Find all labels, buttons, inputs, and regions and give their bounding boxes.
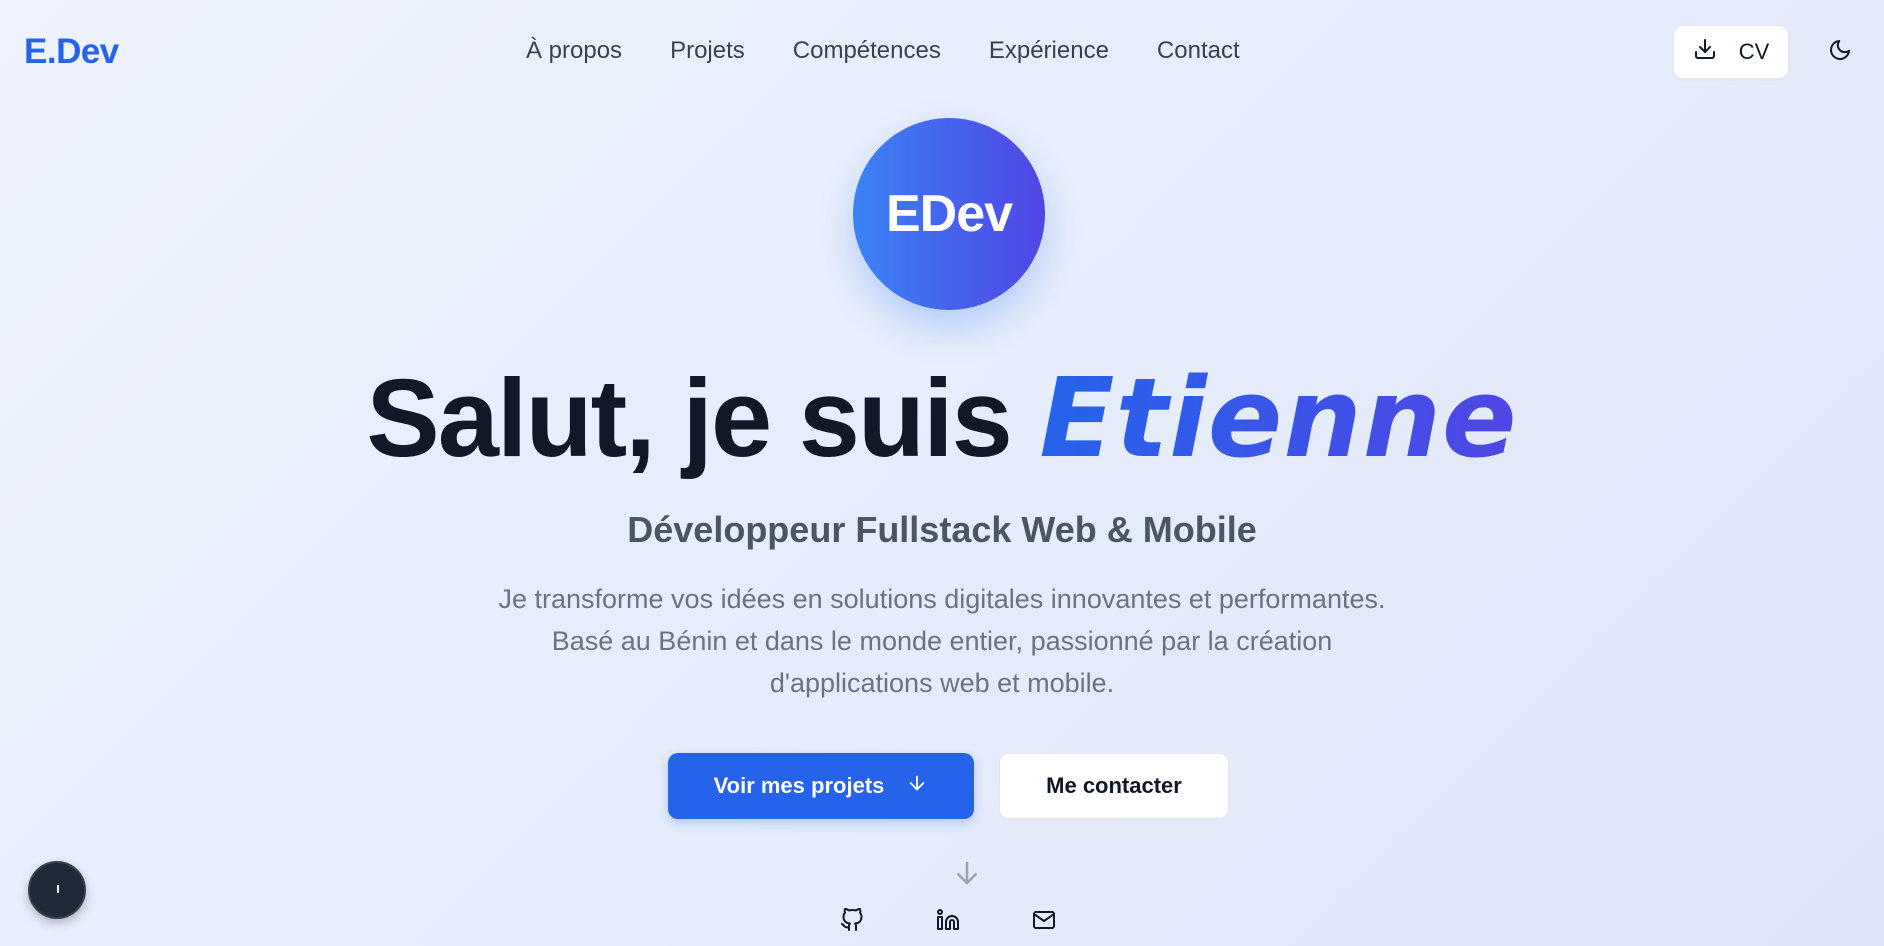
contact-me-button[interactable]: Me contacter — [999, 753, 1229, 819]
description-line: Je transforme vos idées en solutions dig… — [498, 584, 1386, 614]
view-projects-button[interactable]: Voir mes projets — [668, 753, 974, 819]
hero-subtitle: Développeur Fullstack Web & Mobile — [627, 509, 1257, 550]
description-line: d'applications web et mobile. — [769, 668, 1115, 698]
linkedin-icon[interactable] — [934, 906, 962, 934]
avatar: EDev — [853, 118, 1045, 310]
nav-item-competences[interactable]: Compétences — [793, 36, 941, 66]
mail-icon[interactable] — [1030, 906, 1058, 934]
hero-name: Etienne — [1039, 354, 1518, 482]
scroll-down-icon[interactable] — [952, 858, 982, 888]
nav-links: À propos Projets Compétences Expérience … — [526, 36, 1240, 66]
cv-label: CV — [1738, 39, 1770, 64]
arrow-down-icon — [906, 772, 928, 800]
moon-icon — [1828, 38, 1852, 67]
hero-description: Je transforme vos idées en solutions dig… — [442, 578, 1442, 704]
download-cv-button[interactable]: CV — [1673, 25, 1789, 79]
download-icon — [1693, 37, 1717, 67]
hero-headline: Salut, je suis Etienne — [0, 358, 1884, 479]
greeting-text: Salut, je suis — [366, 357, 1040, 480]
github-icon[interactable] — [838, 906, 866, 934]
logo[interactable]: E.Dev — [24, 32, 119, 72]
theme-toggle-button[interactable] — [1826, 38, 1854, 66]
navbar: E.Dev À propos Projets Compétences Expér… — [0, 0, 1884, 104]
nav-item-experience[interactable]: Expérience — [989, 36, 1109, 66]
social-links — [838, 906, 1058, 936]
nav-item-projets[interactable]: Projets — [670, 36, 745, 66]
description-line: Basé au Bénin et dans le monde entier, p… — [551, 626, 1333, 656]
nav-item-contact[interactable]: Contact — [1157, 36, 1240, 66]
floating-action-button[interactable] — [28, 861, 86, 919]
nav-item-a-propos[interactable]: À propos — [526, 36, 622, 66]
view-projects-label: Voir mes projets — [713, 773, 885, 798]
